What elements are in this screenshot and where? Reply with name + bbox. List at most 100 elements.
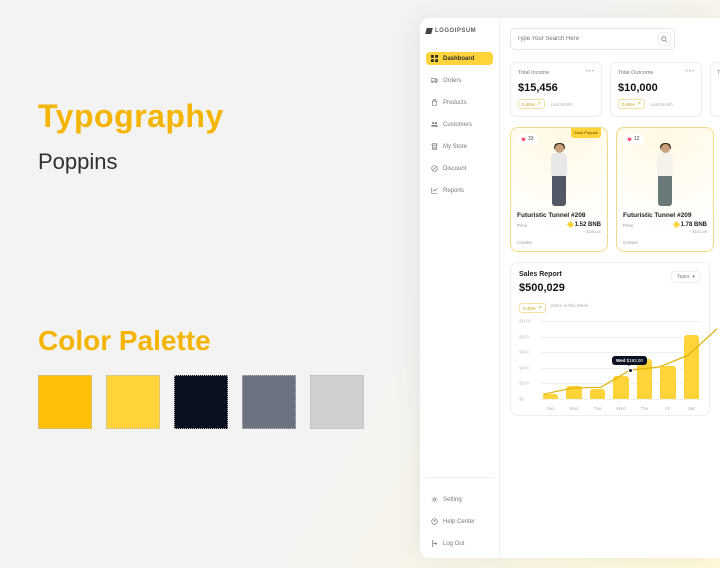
product-price: 1.52 BNB [568,222,601,228]
product-image [517,134,601,208]
y-tick: $200 [519,381,529,386]
sidebar-item-customers[interactable]: Customers [426,118,493,131]
stat-delta: 0.45%↗ [618,99,645,109]
stat-value: $15,456 [518,82,594,94]
product-name: Futuristic Tunnel #208 [517,212,601,219]
help-icon [431,518,438,525]
sidebar-item-label: Customers [443,122,472,128]
report-title: Sales Report [519,271,588,278]
sidebar-item-label: My Store [443,144,467,150]
stat-title: Total Income [518,70,594,76]
sidebar-item-dashboard[interactable]: Dashboard [426,52,493,65]
chart-tooltip: Wed $183,00 [612,356,647,365]
chevron-down-icon: ▾ [692,274,695,280]
products-row: 33 Most Popular Futuristic Tunnel #208 P… [510,127,720,252]
store-icon [431,143,438,150]
y-tick: $600 [519,350,529,355]
stat-card-income[interactable]: ••• Total Income $15,456 0.45%↗ Last Mon… [510,62,602,117]
logout-icon [431,540,438,547]
app-window: LOGOIPSUM Dashboard Orders Products Cust… [420,18,720,558]
sidebar-item-label: Log Out [443,541,464,547]
x-tick: Tue [590,406,605,411]
x-tick: Thu [637,406,652,411]
more-icon[interactable]: ••• [686,69,695,75]
x-tick: Mon [566,406,581,411]
sales-report-card: Sales Report $500,029 0.45%↗ Visitor in … [510,262,710,416]
product-image [623,134,707,208]
sidebar-item-mystore[interactable]: My Store [426,140,493,153]
x-tick: Fri [660,406,675,411]
like-badge[interactable]: 33 [517,134,538,144]
search-input[interactable] [517,36,658,42]
sidebar-item-label: Products [443,100,467,106]
more-icon[interactable]: ••• [586,69,595,75]
sidebar-item-label: Setting [443,497,462,503]
stat-delta: 0.45%↗ [518,99,545,109]
sidebar-item-setting[interactable]: Setting [426,493,493,506]
sidebar-item-label: Reports [443,188,464,194]
sidebar-item-reports[interactable]: Reports [426,184,493,197]
arrow-up-icon: ↗ [538,305,542,311]
product-usd: ~ $100.41 [517,229,601,234]
y-tick: $1000 [519,319,532,324]
stat-card-outcome[interactable]: ••• Total Outcome $10,000 0.45%↗ Last Mo… [610,62,702,117]
like-badge[interactable]: 12 [623,134,644,144]
search-icon [661,36,668,43]
stat-card-cut: T [710,62,720,117]
sidebar-item-help[interactable]: Help Center [426,515,493,528]
sidebar-item-orders[interactable]: Orders [426,74,493,87]
heart-icon [521,137,526,142]
grid-icon [431,55,438,62]
product-card[interactable]: 12 Futuristic Tunnel #209 Price1.78 BNB … [616,127,714,252]
logo[interactable]: LOGOIPSUM [426,28,493,34]
creator-label: Creator [623,240,707,245]
stat-title: Total Outcome [618,70,694,76]
product-name: Futuristic Tunnel #209 [623,212,707,219]
product-usd: ~ $102.59 [623,229,707,234]
chart-icon [431,187,438,194]
sidebar-item-label: Dashboard [443,56,474,62]
report-delta: 0.45%↗ [519,303,546,313]
swatch-4 [242,375,296,429]
nav-bottom: Setting Help Center Log Out [426,471,493,550]
stat-caption: Last Month [651,102,673,107]
logo-text: LOGOIPSUM [435,28,476,34]
search-bar[interactable] [510,28,675,50]
nav-separator [426,477,493,478]
sidebar-item-logout[interactable]: Log Out [426,537,493,550]
swatch-3 [174,375,228,429]
swatch-1 [38,375,92,429]
arrow-up-icon: ↗ [537,101,541,107]
stat-value: $10,000 [618,82,694,94]
x-tick: Sun [543,406,558,411]
swatch-5 [310,375,364,429]
stats-row: ••• Total Income $15,456 0.45%↗ Last Mon… [510,62,720,117]
report-range-dropdown[interactable]: Years▾ [671,271,701,283]
sidebar-item-label: Orders [443,78,461,84]
y-tick: $800 [519,334,529,339]
typography-heading: Typography [38,98,364,135]
x-tick: Wed [613,406,628,411]
y-tick: $400 [519,365,529,370]
gear-icon [431,496,438,503]
users-icon [431,121,438,128]
x-tick: Sat [684,406,699,411]
sidebar-item-discount[interactable]: Discount [426,162,493,175]
heart-icon [627,137,632,142]
price-label: Price [517,223,527,228]
product-card[interactable]: 33 Most Popular Futuristic Tunnel #208 P… [510,127,608,252]
tag-icon [431,165,438,172]
palette-heading: Color Palette [38,325,364,357]
bag-icon [431,99,438,106]
search-button[interactable] [658,32,671,46]
sales-chart: $0 $200 $400 $600 $800 $1000 Sun Mon Tue Wed Thu Fr… [519,321,701,411]
stat-caption: Last Month [551,102,573,107]
main-content: ••• Total Income $15,456 0.45%↗ Last Mon… [500,18,720,558]
swatch-2 [106,375,160,429]
arrow-up-icon: ↗ [637,101,641,107]
y-tick: $0 [519,397,524,402]
product-price: 1.78 BNB [674,222,707,228]
bnb-icon [567,221,574,228]
sidebar-item-products[interactable]: Products [426,96,493,109]
creator-label: Creator [517,240,601,245]
